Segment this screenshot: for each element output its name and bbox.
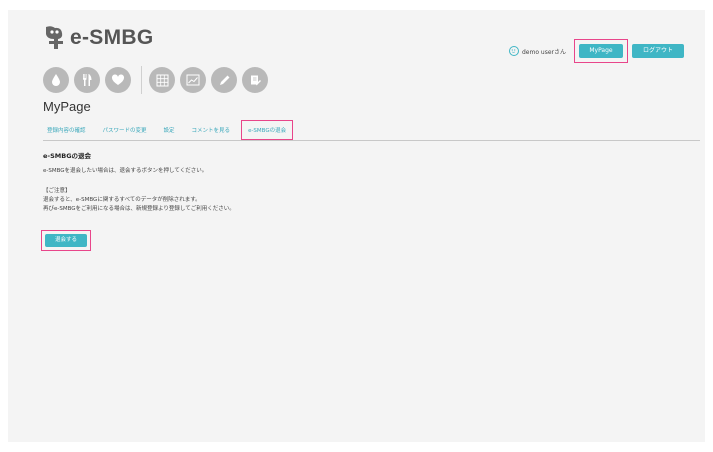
meal-icon[interactable] xyxy=(74,67,100,93)
tab-registration-info[interactable]: 登録内容の確認 xyxy=(43,123,90,137)
withdraw-button-highlight: 退会する xyxy=(41,230,91,251)
user-name: demo userさん xyxy=(521,48,566,56)
notice-title: 【ご注意】 xyxy=(43,188,71,194)
mypage-button[interactable]: MyPage xyxy=(579,44,623,58)
note-edit-icon[interactable] xyxy=(242,67,268,93)
drop-icon[interactable] xyxy=(43,67,69,93)
feature-icon-bar xyxy=(43,66,273,94)
tab-withdraw[interactable]: e-SMBGの退会 xyxy=(241,120,294,140)
tab-view-comments[interactable]: コメントを見る xyxy=(188,123,235,137)
tabs-divider xyxy=(43,140,700,141)
section-heading: e-SMBGの退会 xyxy=(43,152,92,160)
logout-button[interactable]: ログアウト xyxy=(632,44,684,58)
user-greeting: demo userさん xyxy=(508,46,566,56)
mascot-logo-icon xyxy=(43,25,65,51)
user-avatar-icon xyxy=(508,46,519,56)
notice-line-1: 退会すると、e-SMBGに関するすべてのデータが削除されます。 xyxy=(43,197,201,203)
brand-name: e-SMBG xyxy=(70,26,154,49)
page-frame: e-SMBG MyPage 登録内容の確認 パスワードの変更 設定 コメントを見… xyxy=(8,10,705,442)
line-chart-icon[interactable] xyxy=(180,67,206,93)
intro-text: e-SMBGを退会したい場合は、退会するボタンを押してください。 xyxy=(43,168,208,174)
tab-change-password[interactable]: パスワードの変更 xyxy=(99,123,151,137)
mypage-tabs: 登録内容の確認 パスワードの変更 設定 コメントを見る e-SMBGの退会 xyxy=(43,120,302,140)
calendar-grid-icon[interactable] xyxy=(149,67,175,93)
pencil-icon[interactable] xyxy=(211,67,237,93)
notice-line-2: 再びe-SMBGをご利用になる場合は、新規登録より登録してご利用ください。 xyxy=(43,206,235,212)
tab-settings[interactable]: 設定 xyxy=(160,123,179,137)
icon-divider xyxy=(141,66,142,94)
brand-logo[interactable]: e-SMBG xyxy=(43,25,153,51)
header-user-area: demo userさん MyPage ログアウト xyxy=(508,39,684,63)
withdraw-button[interactable]: 退会する xyxy=(45,234,87,247)
page-title: MyPage xyxy=(43,99,91,114)
mypage-button-highlight: MyPage xyxy=(574,39,628,63)
heart-icon[interactable] xyxy=(105,67,131,93)
